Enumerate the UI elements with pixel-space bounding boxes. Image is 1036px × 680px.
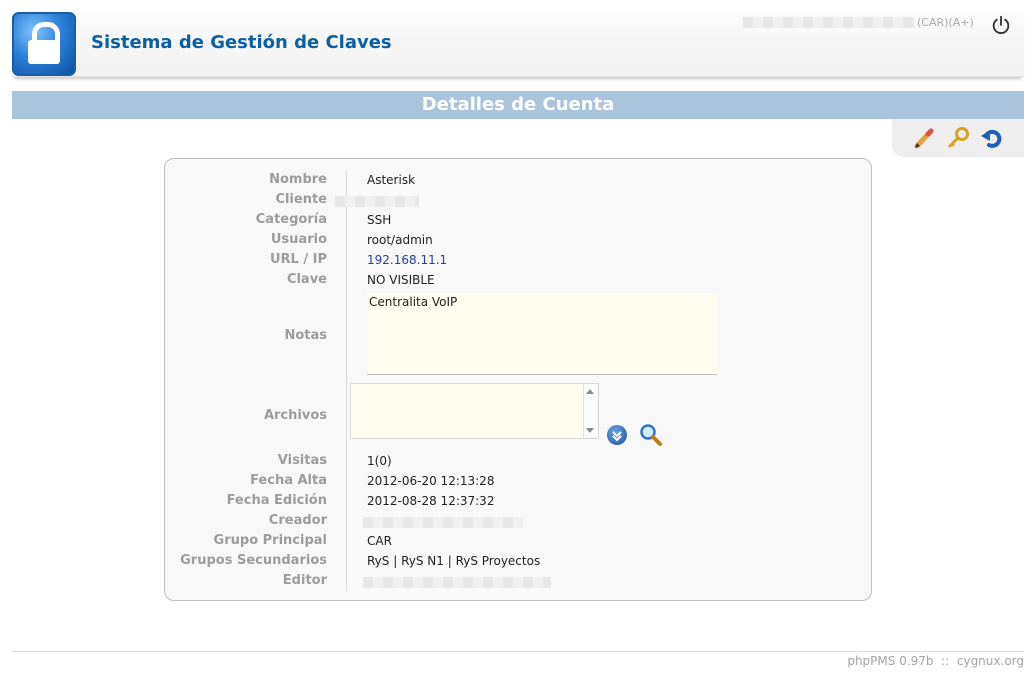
actions-bar (892, 119, 1024, 157)
label-creador: Creador (268, 513, 327, 528)
label-usuario: Usuario (270, 232, 327, 247)
back-icon[interactable] (980, 126, 1004, 150)
notes-field[interactable]: Centralita VoIP (367, 293, 717, 375)
app-header: Sistema de Gestión de Claves (CAR)(A+) (12, 12, 1024, 77)
app-title: Sistema de Gestión de Claves (91, 32, 392, 53)
value-fecha-edicion: 2012-08-28 12:37:32 (367, 494, 495, 508)
label-notas: Notas (284, 328, 327, 343)
key-icon[interactable] (946, 126, 970, 150)
account-details-panel: Nombre Asterisk Cliente Categoría SSH Us… (164, 158, 872, 601)
redacted-creador (363, 517, 523, 528)
label-visitas: Visitas (277, 453, 327, 468)
label-clave: Clave (286, 272, 327, 287)
power-icon[interactable] (990, 14, 1012, 36)
user-groups: (CAR)(A+) (917, 16, 974, 29)
label-cliente: Cliente (275, 192, 327, 207)
files-scrollbar[interactable] (583, 384, 598, 438)
value-visitas: 1(0) (367, 454, 392, 468)
lock-logo-icon (12, 12, 76, 76)
label-url: URL / IP (269, 252, 327, 267)
value-fecha-alta: 2012-06-20 12:13:28 (367, 474, 495, 488)
url-link[interactable]: 192.168.11.1 (367, 253, 447, 267)
redacted-cliente (335, 196, 419, 207)
value-categoria: SSH (367, 213, 392, 227)
footer-divider (12, 651, 1024, 652)
redacted-editor (363, 577, 551, 588)
label-archivos: Archivos (263, 408, 327, 423)
label-grupos-secundarios: Grupos Secundarios (180, 553, 327, 568)
user-info: (CAR)(A+) (743, 16, 974, 29)
scroll-down-icon[interactable] (586, 428, 594, 433)
footer-text: phpPMS 0.97b :: cygnux.org (847, 654, 1024, 668)
column-divider (346, 171, 347, 591)
footer-link[interactable]: phpPMS 0.97b :: cygnux.org (847, 654, 1024, 668)
value-usuario: root/admin (367, 233, 433, 247)
magnifier-icon[interactable] (639, 423, 663, 447)
value-clave: NO VISIBLE (367, 273, 435, 287)
label-categoria: Categoría (255, 212, 327, 227)
label-editor: Editor (282, 573, 327, 588)
page-title: Detalles de Cuenta (12, 91, 1024, 119)
files-list[interactable] (350, 383, 599, 439)
label-fecha-alta: Fecha Alta (250, 473, 327, 488)
value-grupo-principal: CAR (367, 534, 392, 548)
label-fecha-edicion: Fecha Edición (226, 493, 327, 508)
download-icon[interactable] (607, 425, 627, 445)
label-nombre: Nombre (269, 172, 327, 187)
value-grupos-secundarios: RyS | RyS N1 | RyS Proyectos (367, 554, 541, 568)
scroll-up-icon[interactable] (586, 389, 594, 394)
label-grupo-principal: Grupo Principal (213, 533, 327, 548)
edit-icon[interactable] (912, 126, 936, 150)
redacted-username (743, 17, 915, 28)
value-nombre: Asterisk (367, 173, 416, 187)
